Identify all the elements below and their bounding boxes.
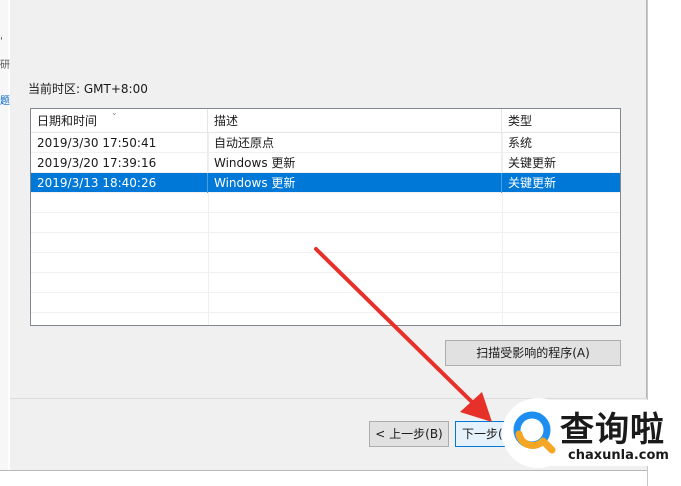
sort-chevron-icon: ⌄ <box>111 108 118 117</box>
cell-description: Windows 更新 <box>208 153 502 173</box>
empty-row <box>31 273 620 293</box>
list-header: 日期和时间 ⌄ 描述 类型 <box>31 109 620 133</box>
column-header-description[interactable]: 描述 <box>208 109 502 133</box>
cell-datetime: 2019/3/13 18:40:26 <box>31 173 208 193</box>
column-header-label: 类型 <box>508 114 533 128</box>
edge-glyph: 研 <box>0 60 10 71</box>
empty-row <box>31 253 620 273</box>
table-row[interactable]: 2019/3/20 17:39:16 Windows 更新 关键更新 <box>31 153 620 173</box>
cell-datetime: 2019/3/20 17:39:16 <box>31 153 208 173</box>
cell-description: 自动还原点 <box>208 133 502 153</box>
scan-affected-programs-button[interactable]: 扫描受影响的程序(A) <box>445 340 621 366</box>
back-button[interactable]: < 上一步(B) <box>369 421 449 447</box>
column-header-label: 描述 <box>214 114 239 128</box>
cell-datetime: 2019/3/30 17:50:41 <box>31 133 208 153</box>
column-header-type[interactable]: 类型 <box>502 109 620 133</box>
edge-glyph: ' <box>0 36 3 47</box>
empty-row <box>31 193 620 213</box>
magnifier-logo-icon <box>513 411 556 454</box>
table-row[interactable]: 2019/3/30 17:50:41 自动还原点 系统 <box>31 133 620 153</box>
cell-type: 关键更新 <box>508 176 557 190</box>
cell-type: 关键更新 <box>508 156 557 170</box>
restore-points-list[interactable]: 日期和时间 ⌄ 描述 类型 2019/3/30 17:50:41 自动还原点 系… <box>30 108 621 326</box>
empty-row <box>31 233 620 253</box>
timezone-label: 当前时区: GMT+8:00 <box>28 82 148 96</box>
watermark-title: 查询啦 <box>560 410 665 450</box>
edge-glyph: 题 <box>0 96 10 107</box>
empty-row <box>31 293 620 313</box>
watermark-domain: chaxunla.com <box>568 448 669 463</box>
background-window-edge: ' 研 题 <box>0 0 10 470</box>
cell-type: 系统 <box>508 136 533 150</box>
watermark-logo: 查询啦 chaxunla.com <box>502 398 681 468</box>
cell-description: Windows 更新 <box>208 173 502 193</box>
empty-row <box>31 213 620 233</box>
table-row-selected[interactable]: 2019/3/13 18:40:26 Windows 更新 关键更新 <box>31 173 620 193</box>
column-header-datetime[interactable]: 日期和时间 ⌄ <box>31 109 208 133</box>
column-header-label: 日期和时间 <box>37 114 98 128</box>
window-bottom-edge <box>0 470 647 486</box>
